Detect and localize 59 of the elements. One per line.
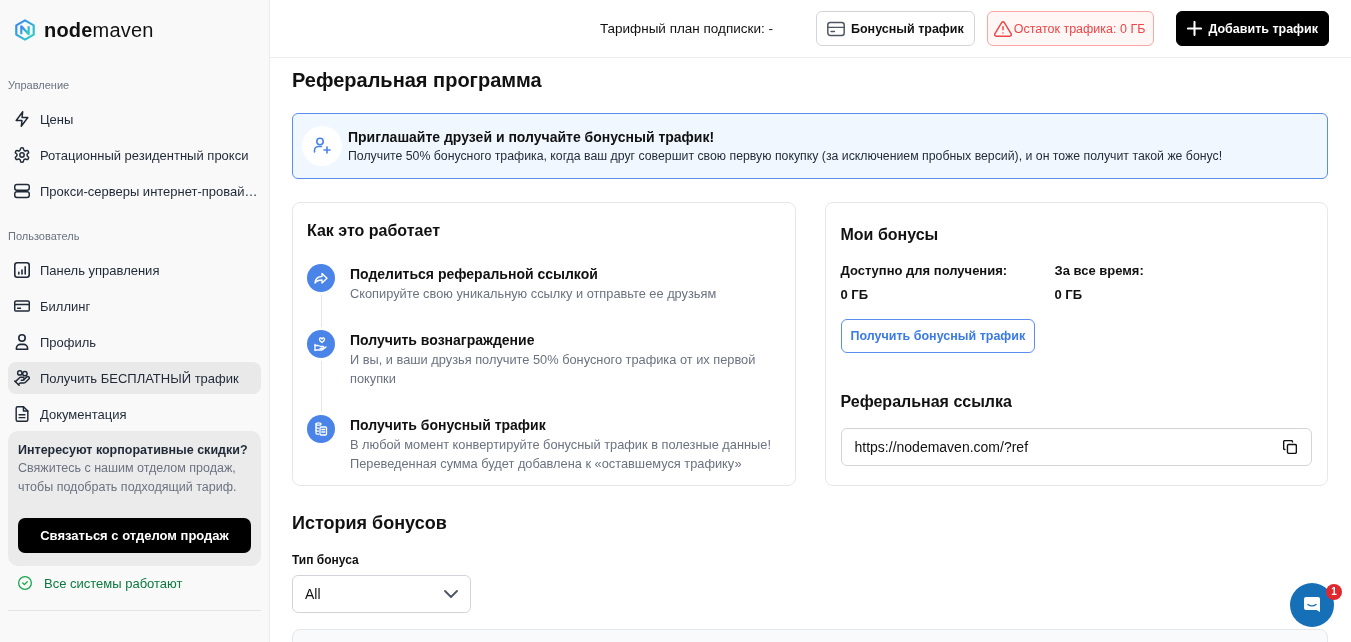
section-title: История бонусов bbox=[292, 512, 448, 535]
banner-title: Приглашайте друзей и получайте бонусный трафик! bbox=[348, 128, 716, 147]
sidebar-item[interactable]: Биллинг bbox=[8, 290, 261, 322]
page-title: Реферальная программа bbox=[292, 68, 543, 93]
copy-icon[interactable] bbox=[1283, 440, 1297, 454]
lightning-icon bbox=[14, 111, 30, 127]
credit-card-icon bbox=[14, 298, 30, 314]
step-title: Поделиться реферальной ссылкой bbox=[350, 265, 599, 284]
subscription-plan-text: Тарифный план подписки: - bbox=[599, 21, 773, 36]
user-icon bbox=[14, 334, 30, 350]
traffic-remaining-button[interactable]: Остаток трафика: 0 ГБ bbox=[986, 11, 1155, 46]
stat-value: 0 ГБ bbox=[840, 286, 870, 304]
system-status-text: Все системы работают bbox=[44, 575, 183, 591]
filter-label: Тип бонуса bbox=[292, 552, 360, 568]
step-description: В любой момент конвертируйте бонусный трафик в полезные данные! Переведенная сумма будет добавлена к «оставшемуся трафику» bbox=[350, 436, 772, 473]
settings-icon bbox=[14, 147, 30, 163]
step-description: Скопируйте свою уникальную ссылку и отправьте ее друзьям bbox=[350, 285, 717, 303]
document-icon bbox=[14, 406, 30, 422]
chevron-down-icon bbox=[444, 590, 458, 598]
logo-text: nodemaven bbox=[44, 18, 154, 42]
server-icon bbox=[14, 183, 30, 199]
promo-text: Свяжитесь с нашим отделом продаж, чтобы подобрать подходящий тариф. bbox=[18, 460, 238, 496]
step-title: Получить вознаграждение bbox=[350, 331, 536, 350]
chat-button[interactable] bbox=[1290, 583, 1334, 627]
step-description: И вы, и ваши друзья получите 50% бонусного трафика от их первой покупки bbox=[350, 351, 757, 388]
notification-badge: 1 bbox=[1326, 584, 1342, 600]
warning-icon bbox=[993, 20, 1012, 37]
promo-title: Интересуют корпоративные скидки? bbox=[18, 442, 249, 459]
section-label: Управление bbox=[8, 78, 71, 92]
card-title: Как это работает bbox=[307, 221, 441, 241]
plus-icon bbox=[1187, 21, 1203, 36]
stat-label: За все время: bbox=[1054, 262, 1144, 280]
step-title: Получить бонусный трафик bbox=[350, 416, 547, 435]
sidebar-item[interactable]: Ротационный резидентный прокси bbox=[8, 139, 261, 171]
chat-icon bbox=[1302, 595, 1322, 615]
contact-sales-button[interactable]: Связаться с отделом продаж bbox=[18, 518, 251, 553]
referral-link-field[interactable]: https://nodemaven.com/?ref bbox=[840, 428, 1312, 466]
user-plus-icon bbox=[302, 126, 342, 166]
claim-bonus-button[interactable]: Получить бонусный трафик bbox=[840, 319, 1036, 353]
sidebar-item[interactable]: Панель управления bbox=[8, 254, 261, 286]
sidebar-item[interactable]: Цены bbox=[8, 103, 261, 135]
sidebar-item[interactable]: Прокси-серверы интернет-провай… bbox=[8, 175, 261, 207]
wallet-icon bbox=[827, 20, 845, 37]
coins-icon bbox=[307, 415, 335, 443]
hand-coins-icon bbox=[14, 370, 30, 386]
add-traffic-button[interactable]: Добавить трафик bbox=[1176, 11, 1329, 46]
section-label: Пользователь bbox=[8, 229, 81, 243]
stat-value: 0 ГБ bbox=[1054, 286, 1084, 304]
card-title: Мои бонусы bbox=[840, 225, 939, 245]
sidebar-item[interactable]: Документация bbox=[8, 398, 261, 430]
banner-text: Получите 50% бонусного трафика, когда ваш друг совершит свою первую покупку (за исключением пробных версий), и он тоже получит такой же бонус! bbox=[348, 148, 1223, 165]
bonus-type-select[interactable]: All bbox=[292, 575, 471, 613]
sidebar-item[interactable]: Профиль bbox=[8, 326, 261, 358]
sidebar-item[interactable]: Получить БЕСПЛАТНЫЙ трафик bbox=[8, 362, 261, 394]
bonus-traffic-button[interactable]: Бонусный трафик bbox=[816, 11, 975, 46]
stat-label: Доступно для получения: bbox=[840, 262, 1009, 280]
bar-chart-icon bbox=[14, 262, 30, 278]
logo-icon bbox=[14, 19, 36, 41]
referral-link-title: Реферальная ссылка bbox=[840, 392, 1012, 412]
